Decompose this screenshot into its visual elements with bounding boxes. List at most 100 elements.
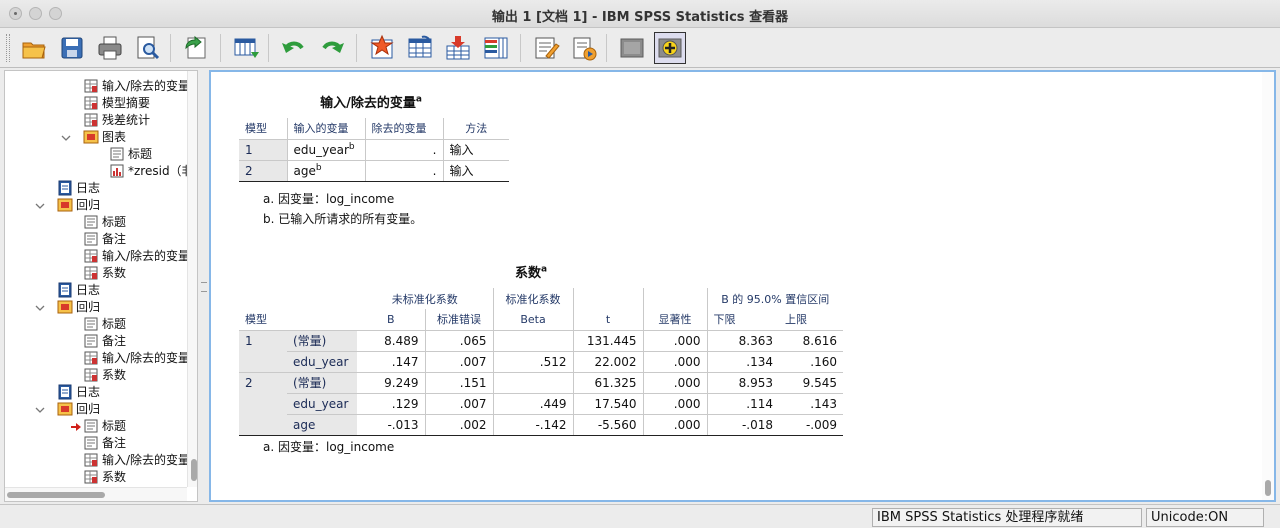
outline-item[interactable]: 系数 — [83, 366, 126, 383]
outline-item[interactable]: 备注 — [83, 332, 126, 349]
col-header-method: 方法 — [442, 118, 509, 139]
outline-item[interactable]: 日志 — [57, 281, 100, 298]
outline-item-label: 系数 — [102, 368, 127, 382]
pane-splitter[interactable] — [199, 70, 209, 502]
outline-item[interactable]: 日志 — [57, 383, 100, 400]
title-footnote-mark: a — [415, 94, 422, 105]
save-icon[interactable] — [56, 32, 88, 64]
outline-item[interactable]: *zresid（非 — [109, 162, 194, 179]
toolbar-separator — [606, 34, 607, 62]
outline-item[interactable]: 输入/除去的变量 — [83, 451, 190, 468]
content-vertical-scrollbar[interactable] — [1262, 72, 1274, 500]
outline-item[interactable]: 残差统计 — [83, 111, 150, 128]
outline-item[interactable]: 图表 — [83, 128, 126, 145]
coefficients-table[interactable]: 未标准化系数 标准化系数 B 的 95.0% 置信区间 模型 B 标准错误 Be… — [239, 288, 843, 436]
cell-upper: 8.616 — [779, 329, 843, 351]
outline-item[interactable]: 回归 — [57, 196, 100, 213]
col-header-b: B — [386, 312, 395, 326]
cell-beta: .449 — [492, 392, 573, 414]
cell-var: (常量) — [287, 371, 357, 393]
print-preview-icon[interactable] — [132, 32, 164, 64]
goto-data-icon[interactable] — [230, 32, 262, 64]
outline-item[interactable]: 标题 — [83, 417, 126, 434]
removed-var-cell: . — [364, 138, 443, 160]
outline-horizontal-scrollbar[interactable] — [5, 487, 187, 501]
hide-icon[interactable] — [616, 32, 648, 64]
cell-t: 17.540 — [572, 392, 643, 414]
outline-item[interactable]: 备注 — [83, 434, 126, 451]
outline-item[interactable]: 标题 — [83, 315, 126, 332]
insert-variable-icon[interactable] — [442, 32, 474, 64]
outline-item-label: 回归 — [76, 198, 101, 212]
cell-beta: .512 — [492, 350, 573, 372]
outline-item-label: 模型摘要 — [102, 96, 151, 110]
outline-vertical-scrollbar[interactable] — [187, 71, 197, 487]
coefficients-table-title[interactable]: 系数a — [491, 262, 571, 281]
output-content-pane[interactable]: 输入/除去的变量a 模型 输入的变量 除去的变量 方法 1 edu_yearb … — [209, 70, 1276, 502]
outline-item[interactable]: 回归 — [57, 298, 100, 315]
variables-icon[interactable] — [480, 32, 512, 64]
outline-item[interactable]: 系数 — [83, 468, 126, 485]
designate-window-icon[interactable] — [530, 32, 562, 64]
export-icon[interactable] — [180, 32, 212, 64]
col-header-beta: Beta — [492, 309, 573, 330]
log-icon — [57, 180, 73, 196]
cell-se: .007 — [424, 350, 493, 372]
table-icon — [83, 78, 99, 94]
outline-item-label: 标题 — [102, 419, 127, 433]
goto-variable-icon[interactable] — [404, 32, 436, 64]
outline-item[interactable]: 输入/除去的变量 — [83, 77, 190, 94]
toolbar — [0, 28, 1280, 68]
chevron-down-icon[interactable] — [61, 132, 71, 142]
outline-item-label: 系数 — [102, 470, 127, 484]
chevron-down-icon[interactable] — [35, 200, 45, 210]
title-footnote-mark: a — [540, 264, 548, 275]
outline-item-label: 残差统计 — [102, 113, 151, 127]
show-icon[interactable] — [654, 32, 686, 64]
print-icon[interactable] — [94, 32, 126, 64]
log-icon — [57, 384, 73, 400]
outline-item[interactable]: 标题 — [83, 213, 126, 230]
cell-sig: .000 — [642, 371, 707, 393]
cell-model: 2 — [239, 371, 287, 393]
model-cell: 2 — [239, 159, 287, 182]
open-icon[interactable] — [18, 32, 50, 64]
cell-model — [239, 414, 287, 436]
entered-removed-table-title[interactable]: 输入/除去的变量a — [311, 92, 431, 111]
outline-item[interactable]: 标题 — [109, 145, 152, 162]
chevron-down-icon[interactable] — [35, 302, 45, 312]
cell-upper: .143 — [779, 392, 843, 414]
splitter-grip[interactable] — [201, 282, 207, 292]
outline-item-label: 日志 — [76, 181, 101, 195]
outline-item-label: 日志 — [76, 283, 101, 297]
col-header-entered: 输入的变量 — [286, 118, 365, 139]
outline-item[interactable]: 日志 — [57, 179, 100, 196]
undo-icon[interactable] — [278, 32, 310, 64]
title-bar: 输出 1 [文档 1] - IBM SPSS Statistics 查看器 — [0, 0, 1280, 28]
outline-pane[interactable]: 输入/除去的变量 模型摘要 残差统计 图表 标题 *zresid（非 日志 回归 标题 备注 输入/… — [4, 70, 198, 502]
outline-item-label: 日志 — [76, 385, 101, 399]
redo-icon[interactable] — [316, 32, 348, 64]
folder-icon — [83, 129, 99, 145]
outline-item[interactable]: 输入/除去的变量 — [83, 349, 190, 366]
content-vertical-scroll-thumb[interactable] — [1265, 480, 1271, 496]
footnote: a. 因变量：log_income — [263, 192, 395, 206]
chevron-down-icon[interactable] — [35, 404, 45, 414]
entered-removed-table[interactable]: 模型 输入的变量 除去的变量 方法 1 edu_yearb . 输入 2 age… — [239, 118, 509, 182]
status-bar: IBM SPSS Statistics 处理程序就绪 Unicode:ON — [0, 504, 1280, 528]
table-title-text: 输入/除去的变量 — [320, 96, 416, 111]
cell-t: 131.445 — [572, 329, 643, 351]
outline-item[interactable]: 输入/除去的变量 — [83, 247, 190, 264]
outline-item[interactable]: 回归 — [57, 400, 100, 417]
outline-item[interactable]: 备注 — [83, 230, 126, 247]
cell-beta: -.142 — [492, 413, 573, 436]
outline-item[interactable]: 系数 — [83, 264, 126, 281]
goto-case-icon[interactable] — [366, 32, 398, 64]
cell-var: age — [287, 413, 357, 436]
outline-item-label: *zresid（非 — [128, 164, 194, 178]
spss-viewer-window: 输出 1 [文档 1] - IBM SPSS Statistics 查看器 输入… — [0, 0, 1280, 528]
outline-vertical-scroll-thumb[interactable] — [191, 459, 197, 481]
outline-item[interactable]: 模型摘要 — [83, 94, 150, 111]
insert-heading-icon[interactable] — [568, 32, 600, 64]
outline-horizontal-scroll-thumb[interactable] — [7, 492, 105, 498]
